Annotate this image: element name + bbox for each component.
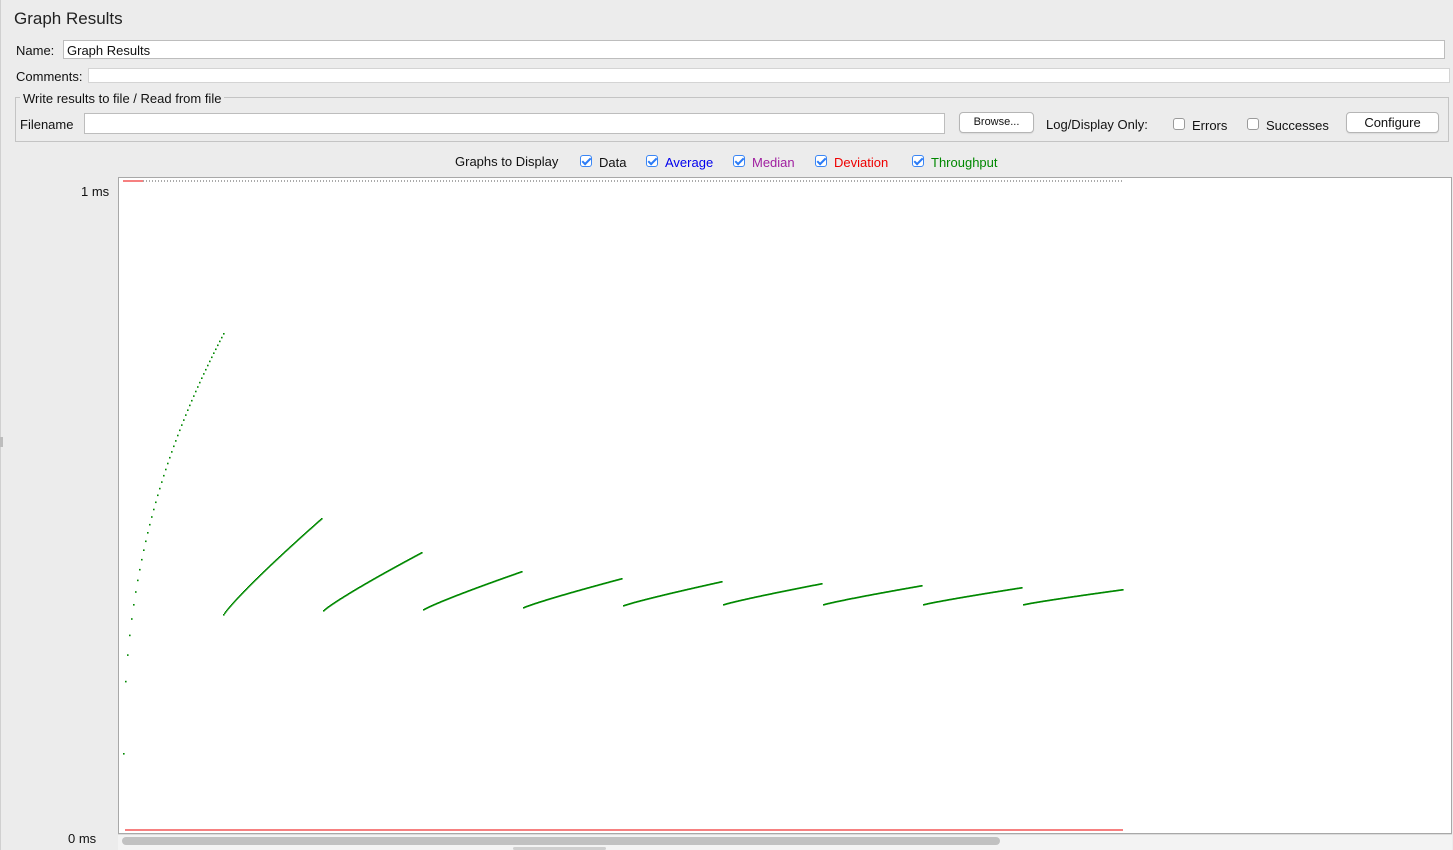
filename-input[interactable]: [84, 113, 945, 134]
throughput-point: [139, 568, 141, 571]
throughput-point: [621, 578, 623, 580]
throughput-point: [219, 340, 221, 343]
throughput-point: [195, 390, 197, 393]
throughput-point: [167, 462, 169, 465]
graph-canvas: [118, 177, 1452, 834]
throughput-point: [125, 680, 127, 683]
throughput-point: [207, 364, 209, 367]
throughput-point: [173, 445, 175, 448]
throughput-point: [183, 419, 185, 421]
average-option-label[interactable]: Average: [665, 155, 713, 170]
throughput-point: [421, 552, 423, 554]
throughput-point: [135, 591, 137, 593]
deviation-checkbox[interactable]: [815, 155, 827, 167]
throughput-point: [163, 474, 165, 477]
median-checkbox[interactable]: [733, 155, 745, 167]
throughput-point: [141, 558, 143, 561]
comments-field[interactable]: [88, 68, 1450, 83]
errors-label[interactable]: Errors: [1192, 118, 1227, 133]
throughput-point: [169, 456, 171, 459]
throughput-option-label[interactable]: Throughput: [931, 155, 998, 170]
throughput-point: [521, 571, 523, 573]
throughput-point: [165, 468, 167, 471]
throughput-point: [203, 373, 205, 375]
throughput-point: [187, 409, 189, 411]
name-label: Name:: [16, 43, 55, 58]
throughput-point: [215, 348, 217, 351]
graphs-to-display-label: Graphs to Display: [455, 154, 559, 169]
throughput-point: [185, 414, 187, 416]
throughput-point: [175, 440, 177, 442]
throughput-point: [197, 386, 199, 388]
throughput-point: [721, 581, 723, 583]
throughput-point: [155, 501, 157, 504]
throughput-point: [147, 532, 149, 534]
throughput-point: [131, 618, 133, 620]
throughput-point: [821, 583, 823, 585]
throughput-point: [191, 399, 193, 402]
data-option-label[interactable]: Data: [599, 155, 626, 170]
horizontal-scrollbar-thumb[interactable]: [122, 837, 1000, 845]
throughput-point: [159, 487, 161, 490]
throughput-point: [201, 377, 203, 379]
throughput-point: [223, 333, 225, 335]
throughput-point: [1021, 587, 1023, 589]
throughput-point: [189, 404, 191, 407]
name-field[interactable]: Graph Results: [63, 40, 1445, 59]
median-option-label[interactable]: Median: [752, 155, 795, 170]
throughput-point: [161, 481, 163, 483]
throughput-point: [205, 368, 207, 371]
errors-checkbox[interactable]: [1173, 118, 1185, 130]
panel-title: Graph Results: [14, 9, 123, 28]
average-checkbox[interactable]: [646, 155, 658, 167]
throughput-point: [181, 424, 183, 426]
splitter-handle[interactable]: [0, 437, 3, 447]
throughput-point: [143, 549, 145, 551]
throughput-point: [224, 612, 226, 615]
configure-button[interactable]: Configure: [1346, 112, 1439, 133]
comments-label: Comments:: [16, 69, 83, 84]
throughput-point: [213, 352, 215, 354]
throughput-point: [209, 360, 211, 363]
throughput-point: [145, 540, 147, 543]
throughput-point: [171, 451, 173, 453]
browse-button[interactable]: Browse...: [959, 112, 1034, 133]
filename-label: Filename: [20, 117, 74, 132]
throughput-point: [123, 753, 125, 755]
y-axis-top-label: 1 ms: [81, 184, 110, 199]
successes-label[interactable]: Successes: [1266, 118, 1329, 133]
throughput-point: [211, 356, 213, 359]
y-axis-bottom-label: 0 ms: [68, 831, 97, 846]
window-left-edge: [0, 0, 1, 850]
throughput-point: [129, 634, 131, 637]
deviation-option-label[interactable]: Deviation: [834, 155, 888, 170]
throughput-point: [321, 518, 323, 520]
throughput-point: [127, 654, 129, 656]
throughput-series: [123, 333, 1124, 755]
throughput-point: [199, 381, 201, 384]
throughput-point: [137, 579, 139, 582]
throughput-point: [193, 395, 195, 397]
throughput-point: [157, 494, 159, 497]
throughput-point: [133, 604, 135, 606]
throughput-point: [179, 429, 181, 432]
throughput-point: [223, 614, 225, 616]
file-section-legend: Write results to file / Read from file: [20, 91, 225, 106]
throughput-point: [177, 434, 179, 437]
throughput-point: [921, 585, 923, 587]
throughput-point: [153, 508, 155, 511]
throughput-checkbox[interactable]: [912, 155, 924, 167]
graph-plot: [123, 180, 1124, 831]
throughput-point: [151, 516, 153, 518]
throughput-point: [149, 523, 151, 526]
throughput-point: [217, 344, 219, 347]
log-display-only-label: Log/Display Only:: [1046, 117, 1148, 132]
throughput-point: [1122, 589, 1124, 591]
throughput-point: [221, 336, 223, 339]
successes-checkbox[interactable]: [1247, 118, 1259, 130]
data-checkbox[interactable]: [580, 155, 592, 167]
